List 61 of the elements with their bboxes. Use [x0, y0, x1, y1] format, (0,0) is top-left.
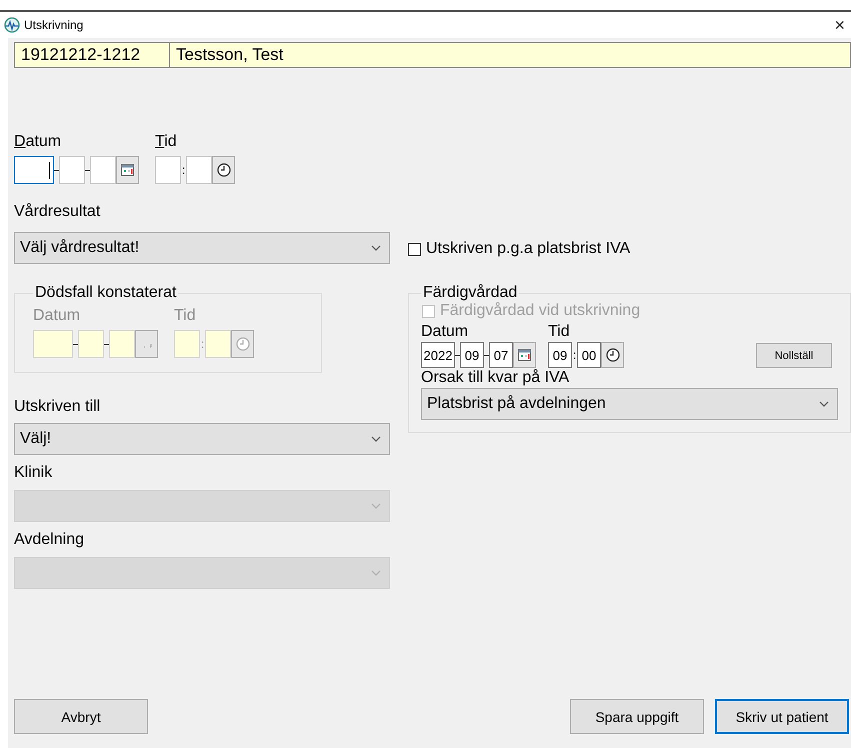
field-label: Orsak till kvar på IVA [421, 369, 570, 386]
time-label: Tid [155, 132, 178, 152]
patient-id: 19121212-1212 [15, 43, 170, 67]
field-label: Vårdresultat [14, 202, 102, 222]
action-button[interactable]: Spara uppgift [570, 699, 704, 734]
patient-name: Testsson, Test [175, 44, 284, 66]
calendar-button[interactable] [116, 156, 139, 184]
clock-button[interactable] [212, 156, 235, 184]
date-label: Datum [421, 322, 470, 342]
text-cursor [49, 162, 50, 179]
dropdown[interactable]: Välj! [14, 423, 390, 455]
day-field[interactable] [90, 156, 116, 184]
time-separator: : [200, 337, 205, 351]
dropdown-value: Välj! [20, 430, 52, 448]
minute-field[interactable] [205, 330, 231, 358]
day-field[interactable]: 07 [489, 342, 513, 368]
action-button[interactable]: Skriv ut patient [715, 699, 849, 734]
hour-field[interactable] [155, 156, 181, 184]
checkbox[interactable] [408, 242, 421, 256]
date-label: Datum [33, 306, 82, 326]
day-field[interactable] [109, 330, 135, 358]
chevron-down-icon [371, 245, 381, 251]
hour-field[interactable]: 09 [548, 342, 572, 368]
clock-icon [236, 337, 250, 351]
date-label: Datum [14, 132, 62, 152]
chevron-down-icon [371, 436, 381, 442]
group-title: Färdigvårdad [422, 284, 518, 302]
time-separator: : [572, 348, 577, 362]
calendar-button[interactable] [513, 342, 536, 368]
clock-button[interactable] [601, 342, 624, 368]
month-field[interactable] [78, 330, 104, 358]
dropdown[interactable]: Platsbrist på avdelningen [421, 388, 838, 420]
group-title: Dödsfall konstaterat [34, 284, 178, 302]
dropdown[interactable]: Välj vårdresultat! [14, 232, 390, 264]
minute-field[interactable] [186, 156, 212, 184]
hour-field[interactable] [174, 330, 200, 358]
field-label: Avdelning [14, 530, 85, 550]
cancel-button[interactable]: Avbryt [14, 699, 148, 734]
clock-icon [216, 163, 230, 177]
month-field[interactable] [59, 156, 85, 184]
field-label: Klinik [14, 463, 54, 483]
window-title: Utskrivning [24, 18, 84, 32]
time-label: Tid [174, 306, 197, 326]
month-field[interactable]: 09 [460, 342, 484, 368]
chevron-down-icon [371, 570, 381, 576]
year-field[interactable]: 2022 [421, 342, 455, 368]
chevron-down-icon [819, 401, 829, 407]
close-button[interactable]: × [828, 16, 851, 34]
field-label: Utskriven till [14, 397, 102, 417]
checkbox-label: Färdigvårdad vid utskrivning [440, 302, 640, 320]
dropdown-value: Platsbrist på avdelningen [427, 395, 606, 413]
app-icon [4, 17, 20, 33]
reset-button[interactable]: Nollställ [756, 343, 832, 368]
checkbox-label: Utskriven p.g.a platsbrist IVA [426, 240, 630, 258]
year-field[interactable] [14, 156, 54, 184]
time-separator: : [181, 163, 186, 177]
chevron-down-icon [371, 503, 381, 509]
minute-field[interactable]: 00 [577, 342, 601, 368]
clock-icon [606, 348, 620, 362]
time-label: Tid [548, 322, 571, 342]
dropdown-value: Välj vårdresultat! [20, 239, 140, 257]
